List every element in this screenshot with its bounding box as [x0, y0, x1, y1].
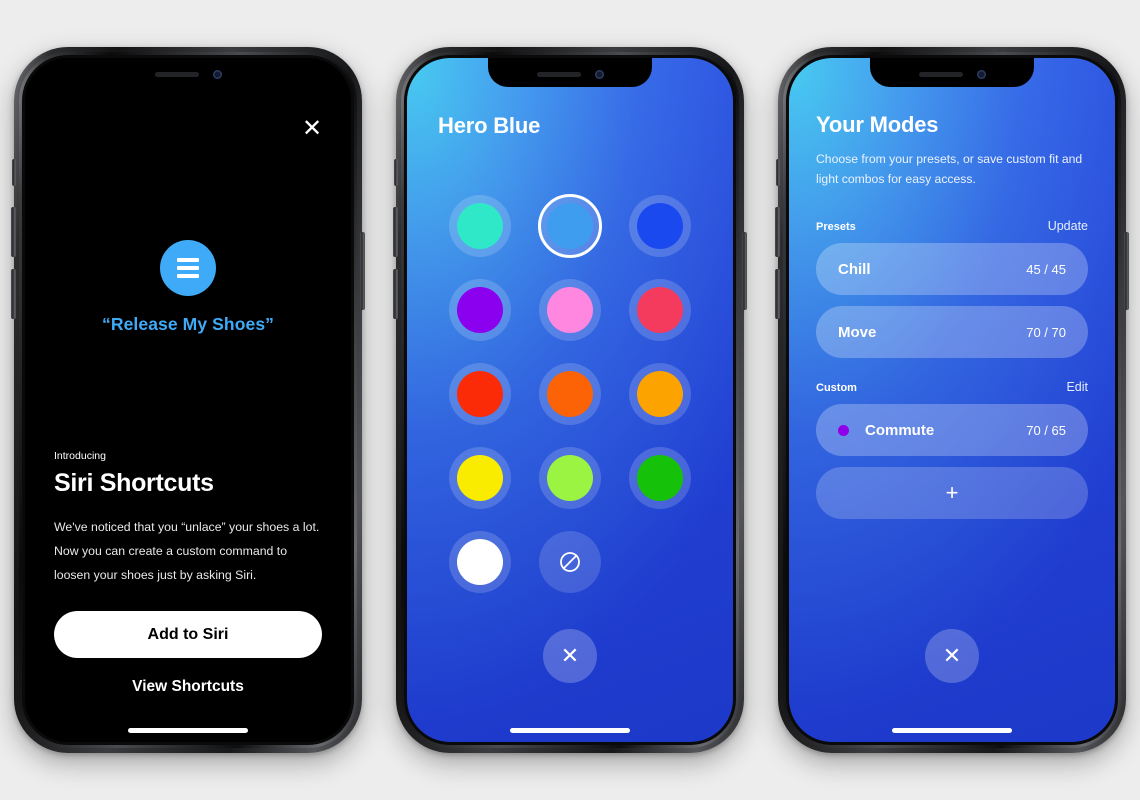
- device-frame-2: Hero Blue ✕: [393, 47, 747, 753]
- siri-info-block: Introducing Siri Shortcuts We've noticed…: [54, 450, 322, 718]
- mode-value: 70 / 65: [1026, 422, 1066, 438]
- swatch-color: [457, 371, 503, 417]
- presets-label: Presets: [816, 221, 856, 233]
- color-swatch-green[interactable]: [629, 447, 691, 509]
- mute-switch[interactable]: [12, 159, 16, 186]
- page-title: Siri Shortcuts: [54, 469, 214, 497]
- close-button[interactable]: ✕: [925, 629, 979, 683]
- shortcuts-icon: [160, 240, 216, 296]
- update-button[interactable]: Update: [1048, 219, 1088, 233]
- siri-phrase-block: “Release My Shoes”: [25, 240, 351, 335]
- add-to-siri-button[interactable]: Add to Siri: [54, 611, 322, 658]
- swatch-color: [457, 455, 503, 501]
- presets-list: Chill 45 / 45 Move 70 / 70: [816, 243, 1088, 358]
- add-mode-button[interactable]: +: [816, 467, 1088, 519]
- color-swatch-red[interactable]: [449, 363, 511, 425]
- mode-name: Move: [838, 323, 877, 341]
- swatch-color: [457, 539, 503, 585]
- device-frame-1: ✕ “Release My Shoes” Introducing Siri Sh…: [11, 47, 365, 753]
- close-button[interactable]: ✕: [543, 629, 597, 683]
- mode-value: 45 / 45: [1026, 261, 1066, 277]
- color-swatch-pink[interactable]: [539, 279, 601, 341]
- swatch-color: [637, 203, 683, 249]
- volume-up-button[interactable]: [393, 207, 398, 257]
- mute-switch[interactable]: [776, 159, 780, 186]
- home-indicator[interactable]: [510, 728, 630, 733]
- page-title: Your Modes: [816, 112, 939, 137]
- swatch-color: [547, 455, 593, 501]
- view-shortcuts-link[interactable]: View Shortcuts: [54, 674, 322, 718]
- swatch-color: [637, 455, 683, 501]
- page-subtitle: Choose from your presets, or save custom…: [816, 152, 1083, 186]
- notch: [488, 58, 652, 87]
- swatch-selected-ring: [538, 194, 602, 258]
- eyebrow-label: Introducing: [54, 450, 106, 462]
- color-swatch-violet[interactable]: [449, 279, 511, 341]
- home-indicator[interactable]: [128, 728, 248, 733]
- mode-color-dot: [838, 424, 849, 436]
- home-indicator[interactable]: [892, 728, 1012, 733]
- swatch-color: [547, 287, 593, 333]
- swatch-color: [457, 287, 503, 333]
- volume-up-button[interactable]: [775, 207, 780, 257]
- color-swatch-yellow[interactable]: [449, 447, 511, 509]
- description-text: We've noticed that you “unlace” your sho…: [54, 520, 320, 582]
- color-swatch-crimson[interactable]: [629, 279, 691, 341]
- mode-name: Chill: [838, 260, 871, 278]
- notch: [106, 58, 270, 87]
- screen-siri-shortcuts: ✕ “Release My Shoes” Introducing Siri Sh…: [25, 58, 351, 742]
- earpiece-speaker-icon: [154, 72, 199, 77]
- color-swatch-amber[interactable]: [629, 363, 691, 425]
- volume-down-button[interactable]: [11, 269, 16, 319]
- power-button[interactable]: [1124, 232, 1129, 310]
- mode-value: 70 / 70: [1026, 324, 1066, 340]
- front-camera-icon: [212, 70, 222, 79]
- device-frame-3: Your Modes Choose from your presets, or …: [775, 47, 1129, 753]
- mode-row[interactable]: Move 70 / 70: [816, 306, 1088, 358]
- power-button[interactable]: [360, 232, 365, 310]
- siri-phrase-text: “Release My Shoes”: [101, 314, 274, 334]
- color-swatch-white[interactable]: [449, 531, 511, 593]
- front-camera-icon: [976, 70, 986, 79]
- presets-section-header: Presets Update: [816, 219, 1088, 233]
- lights-off-swatch[interactable]: [539, 531, 601, 593]
- front-camera-icon: [594, 70, 604, 79]
- custom-label: Custom: [816, 382, 857, 394]
- volume-down-button[interactable]: [393, 269, 398, 319]
- earpiece-speaker-icon: [536, 72, 581, 77]
- color-swatch-orange[interactable]: [539, 363, 601, 425]
- earpiece-speaker-icon: [918, 72, 963, 77]
- swatch-color: [637, 287, 683, 333]
- mute-switch[interactable]: [394, 159, 398, 186]
- notch: [870, 58, 1034, 87]
- mode-name: Commute: [865, 421, 935, 439]
- mode-row[interactable]: Chill 45 / 45: [816, 243, 1088, 295]
- color-swatch-lime[interactable]: [539, 447, 601, 509]
- lights-off-icon: [539, 531, 601, 593]
- screen-your-modes: Your Modes Choose from your presets, or …: [789, 58, 1115, 742]
- color-swatch-royal-blue[interactable]: [629, 195, 691, 257]
- custom-list: Commute 70 / 65: [816, 404, 1088, 456]
- volume-down-button[interactable]: [775, 269, 780, 319]
- volume-up-button[interactable]: [11, 207, 16, 257]
- edit-button[interactable]: Edit: [1066, 380, 1088, 394]
- close-button[interactable]: ✕: [299, 116, 325, 142]
- screenshot-canvas: ✕ “Release My Shoes” Introducing Siri Sh…: [0, 0, 1140, 800]
- power-button[interactable]: [742, 232, 747, 310]
- screen-color-picker: Hero Blue ✕: [407, 58, 733, 742]
- swatch-color: [547, 371, 593, 417]
- color-swatch-sky-blue[interactable]: [538, 194, 602, 258]
- mode-row[interactable]: Commute 70 / 65: [816, 404, 1088, 456]
- color-swatch-grid: [435, 194, 705, 593]
- custom-section-header: Custom Edit: [816, 380, 1088, 394]
- page-title: Hero Blue: [438, 113, 541, 138]
- swatch-color: [637, 371, 683, 417]
- color-swatch-turquoise[interactable]: [449, 195, 511, 257]
- swatch-color: [457, 203, 503, 249]
